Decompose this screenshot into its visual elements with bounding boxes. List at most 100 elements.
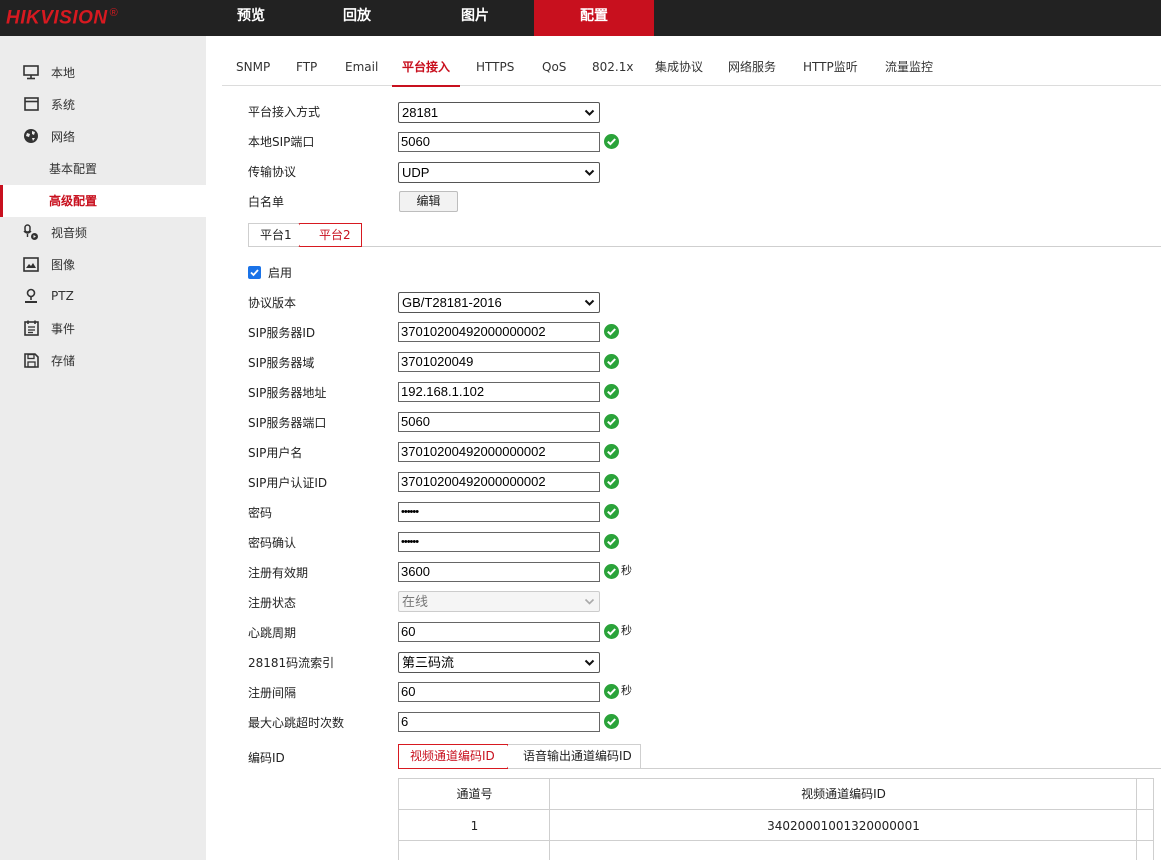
check-ok-icon	[604, 474, 619, 489]
tab-8021x[interactable]: 802.1x	[592, 48, 633, 86]
tab-https[interactable]: HTTPS	[476, 48, 514, 86]
sidebar-item-label: PTZ	[51, 289, 74, 303]
tab-http-listening[interactable]: HTTP监听	[803, 48, 858, 86]
sip-server-address-input[interactable]: 192.168.1.102	[398, 382, 600, 402]
heartbeat-period-label: 心跳周期	[248, 626, 297, 640]
column-divider	[549, 779, 550, 860]
sidebar-item-ptz[interactable]: PTZ	[0, 280, 206, 312]
system-window-icon	[22, 95, 40, 113]
enable-checkbox[interactable]	[248, 266, 261, 279]
password-input[interactable]: ••••••	[398, 502, 600, 522]
tab-qos[interactable]: QoS	[542, 48, 566, 86]
monitor-icon	[22, 63, 40, 81]
sidebar-subitem-advanced-config[interactable]: 高级配置	[0, 185, 206, 217]
network-globe-icon	[22, 127, 40, 145]
sip-username-label: SIP用户名	[248, 446, 303, 460]
tab-email[interactable]: Email	[345, 48, 378, 86]
config-tabs: SNMP FTP Email 平台接入 HTTPS QoS 802.1x 集成协…	[222, 48, 1161, 87]
max-heartbeat-timeout-label: 最大心跳超时次数	[248, 716, 345, 730]
sip-auth-id-input[interactable]: 37010200492000000002	[398, 472, 600, 492]
protocol-version-select[interactable]: GB/T28181-2016	[398, 292, 600, 313]
sip-server-port-input[interactable]: 5060	[398, 412, 600, 432]
tab-audio-output-channel-code[interactable]: 语音输出通道编码ID	[508, 744, 641, 769]
top-bar: HIKVISION ® 预览 回放 图片 配置	[0, 0, 1161, 36]
heartbeat-period-input[interactable]: 60	[398, 622, 600, 642]
topnav-playback[interactable]: 回放	[298, 0, 416, 36]
storage-save-icon	[22, 351, 40, 369]
registration-validity-input[interactable]: 3600	[398, 562, 600, 582]
chevron-down-icon	[584, 109, 595, 116]
check-ok-icon	[604, 444, 619, 459]
check-ok-icon	[604, 384, 619, 399]
sip-auth-id-label: SIP用户认证ID	[248, 476, 328, 490]
table-cell-channel: 1	[399, 811, 550, 841]
check-ok-icon	[604, 354, 619, 369]
password-confirm-input[interactable]: ••••••	[398, 532, 600, 552]
audio-video-icon	[22, 223, 40, 241]
sidebar-item-event[interactable]: 事件	[0, 312, 206, 344]
stream-index-select[interactable]: 第三码流	[398, 652, 600, 673]
top-nav: 预览 回放 图片 配置	[206, 0, 654, 36]
password-label: 密码	[248, 506, 273, 520]
registration-interval-input[interactable]: 60	[398, 682, 600, 702]
whitelist-edit-button[interactable]: 编辑	[399, 191, 458, 212]
checkmark-icon	[250, 269, 259, 277]
check-ok-icon	[604, 564, 619, 579]
sidebar: 本地 系统 网络 基本配置 高级配置 视音频 图像 PTZ 事件 存储	[0, 36, 206, 860]
sip-server-port-label: SIP服务器端口	[248, 416, 327, 430]
registration-status-select: 在线	[398, 591, 600, 612]
table-cell-spacer	[1137, 811, 1154, 841]
sidebar-item-label: 图像	[51, 257, 76, 272]
access-mode-select[interactable]: 28181	[398, 102, 600, 123]
column-header-spacer	[1137, 779, 1154, 810]
sidebar-item-image[interactable]: 图像	[0, 248, 206, 280]
tab-integration-protocol[interactable]: 集成协议	[655, 48, 703, 86]
tab-platform-1[interactable]: 平台1	[248, 223, 304, 247]
registration-status-label: 注册状态	[248, 596, 297, 610]
sip-port-label: 本地SIP端口	[248, 135, 315, 149]
protocol-version-label: 协议版本	[248, 296, 297, 310]
check-ok-icon	[604, 134, 619, 149]
sip-username-input[interactable]: 37010200492000000002	[398, 442, 600, 462]
sidebar-item-label: 网络	[51, 129, 76, 144]
sidebar-item-audio-video[interactable]: 视音频	[0, 216, 206, 248]
tab-snmp[interactable]: SNMP	[236, 48, 270, 86]
transport-select[interactable]: UDP	[398, 162, 600, 183]
sip-server-domain-input[interactable]: 3701020049	[398, 352, 600, 372]
chevron-down-icon	[584, 169, 595, 176]
max-heartbeat-timeout-input[interactable]: 6	[398, 712, 600, 732]
stream-index-label: 28181码流索引	[248, 656, 335, 670]
column-divider	[1136, 779, 1137, 860]
tab-ftp[interactable]: FTP	[296, 48, 317, 86]
check-ok-icon	[604, 714, 619, 729]
sidebar-subitem-basic-config[interactable]: 基本配置	[0, 153, 206, 185]
topnav-picture[interactable]: 图片	[416, 0, 534, 36]
unit-seconds: 秒	[621, 624, 632, 637]
topnav-preview[interactable]: 预览	[206, 0, 298, 36]
column-header-video-code: 视频通道编码ID	[550, 779, 1137, 810]
sidebar-item-network[interactable]: 网络	[0, 120, 206, 152]
access-mode-label: 平台接入方式	[248, 105, 321, 119]
topnav-configuration[interactable]: 配置	[534, 0, 654, 36]
check-ok-icon	[604, 324, 619, 339]
table-cell-video-code[interactable]: 34020001001320000001	[550, 811, 1137, 841]
tab-traffic-monitor[interactable]: 流量监控	[885, 48, 933, 86]
chevron-down-icon	[584, 598, 595, 605]
sidebar-item-system[interactable]: 系统	[0, 88, 206, 120]
registration-interval-label: 注册间隔	[248, 686, 297, 700]
column-header-channel: 通道号	[399, 779, 550, 810]
sidebar-item-storage[interactable]: 存储	[0, 344, 206, 376]
tab-video-channel-code[interactable]: 视频通道编码ID	[398, 744, 514, 769]
sidebar-item-local[interactable]: 本地	[0, 56, 206, 88]
sip-server-id-label: SIP服务器ID	[248, 326, 316, 340]
sip-port-input[interactable]: 5060	[398, 132, 600, 152]
tab-platform-access[interactable]: 平台接入	[391, 48, 461, 87]
chevron-down-icon	[584, 299, 595, 306]
tab-platform-2[interactable]: 平台2	[300, 223, 362, 247]
platform-tabs-divider	[248, 246, 1161, 247]
password-confirm-label: 密码确认	[248, 536, 297, 550]
sip-server-id-input[interactable]: 37010200492000000002	[398, 322, 600, 342]
encode-id-table: 通道号 视频通道编码ID 1 34020001001320000001	[398, 778, 1154, 860]
tab-network-service[interactable]: 网络服务	[728, 48, 776, 86]
check-ok-icon	[604, 504, 619, 519]
